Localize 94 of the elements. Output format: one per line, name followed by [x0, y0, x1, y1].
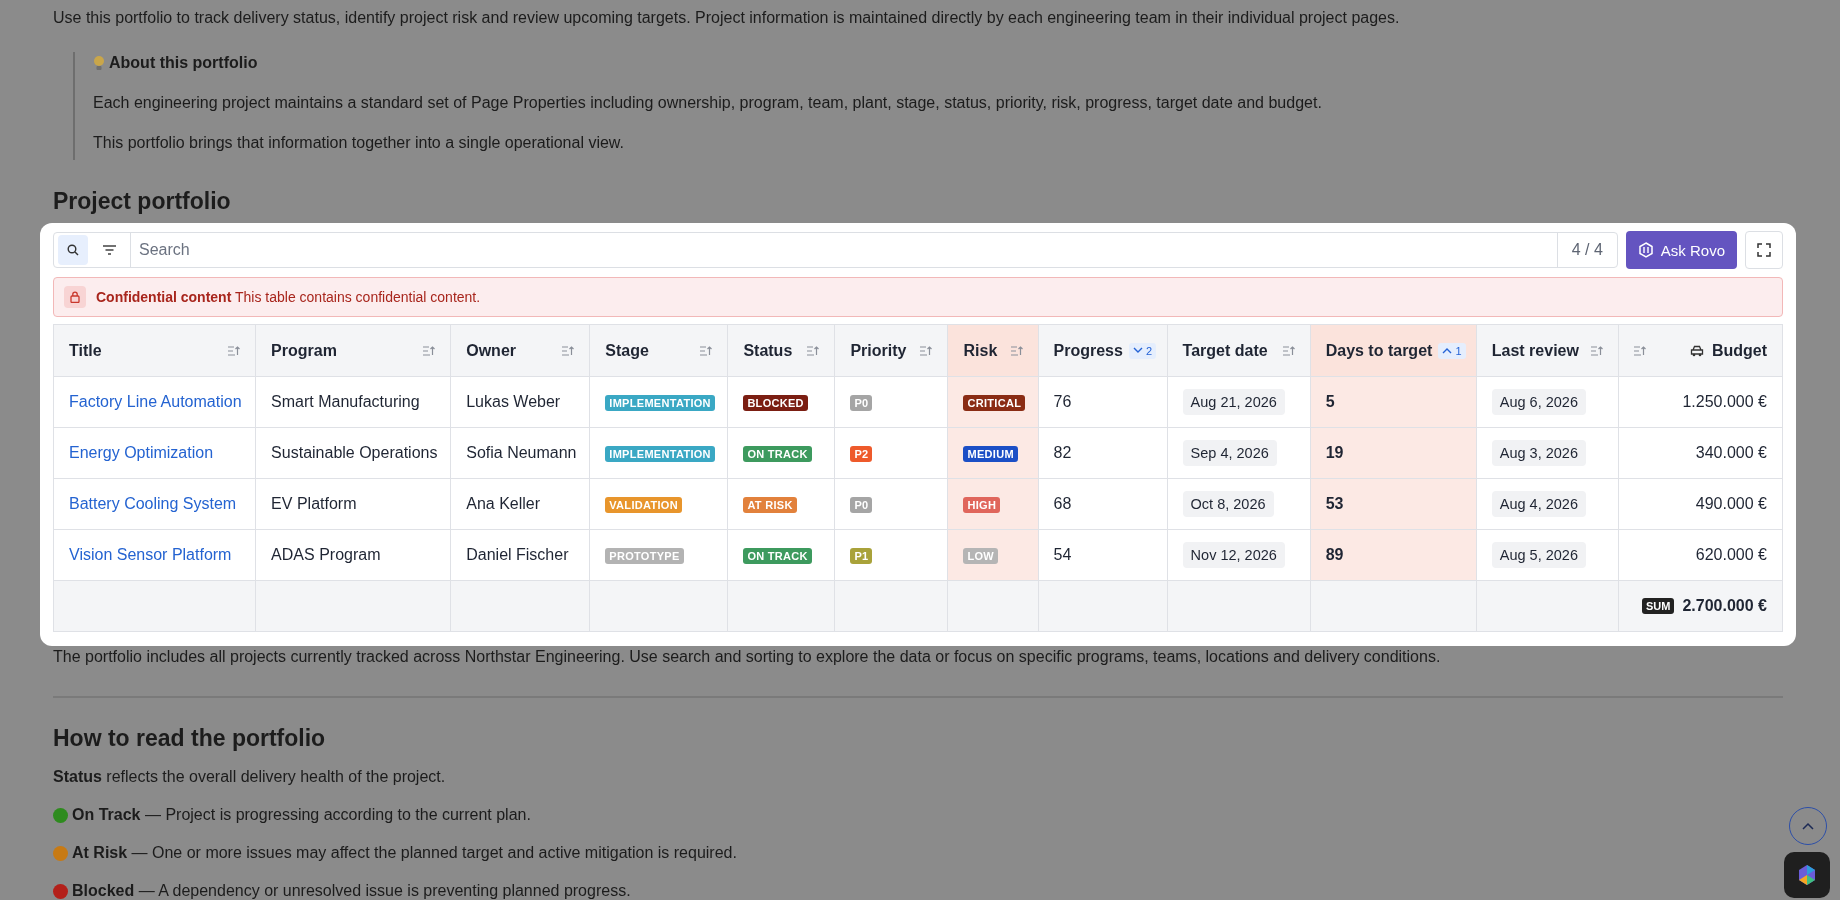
status-tag: ON TRACK — [743, 548, 812, 564]
column-header[interactable]: Budget — [1711, 341, 1767, 360]
section-heading: How to read the portfolio — [53, 725, 327, 752]
date-chip: Aug 3, 2026 — [1491, 440, 1586, 466]
table-cell: Sofia Neumann — [450, 427, 590, 479]
search-field[interactable]: Search 4 / 4 — [53, 232, 1618, 268]
risk-tag: CRITICAL — [963, 395, 1026, 411]
chevron-up-icon — [1802, 822, 1814, 830]
sort-badge[interactable]: 1 — [1438, 342, 1466, 359]
column-header[interactable]: Title — [69, 341, 102, 360]
status-tag: AT RISK — [743, 497, 797, 513]
table-cell: 68 — [1038, 478, 1168, 530]
column-header[interactable]: Progress — [1053, 341, 1123, 360]
sort-icon[interactable] — [228, 345, 241, 356]
section-heading: Project portfolio — [53, 188, 232, 215]
table-cell: 340.000 € — [1618, 427, 1783, 479]
stage-tag: PROTOTYPE — [605, 548, 684, 564]
status-tag: BLOCKED — [743, 395, 808, 411]
sort-icon[interactable] — [807, 345, 820, 356]
column-header[interactable]: Stage — [605, 341, 649, 360]
priority-tag: P1 — [850, 548, 873, 564]
column-header[interactable]: Risk — [963, 341, 998, 360]
banner-text: Confidential content This table contains confidential content. — [96, 289, 481, 305]
table-cell: Daniel Fischer — [450, 529, 590, 581]
lock-icon — [64, 286, 86, 308]
table-cell: 5 — [1310, 376, 1477, 428]
app-launcher-icon[interactable] — [1784, 852, 1830, 898]
sum-badge: SUM — [1642, 598, 1675, 614]
sort-icon[interactable] — [920, 345, 933, 356]
table-cell: ADAS Program — [255, 529, 451, 581]
priority-tag: P0 — [850, 395, 873, 411]
intro-text: Use this portfolio to track delivery status, identify project risk and review upcoming targets. Project information is maintained directly by each engineering team in their individual project pages. — [53, 8, 1401, 28]
search-icon — [67, 244, 79, 256]
filter-icon — [102, 245, 116, 255]
status-tag: ON TRACK — [743, 446, 812, 462]
search-button[interactable] — [58, 235, 88, 265]
sort-icon[interactable] — [562, 345, 575, 356]
table-cell: Ana Keller — [450, 478, 590, 530]
column-header[interactable]: Priority — [850, 341, 907, 360]
sort-icon[interactable] — [423, 345, 436, 356]
callout-text: Each engineering project maintains a standard set of Page Properties including ownership, program, team, plant, stage, status, priority, risk, progress, target date and budget. — [93, 94, 1323, 112]
body-text: Status reflects the overall delivery health of the project. — [53, 768, 447, 786]
ask-button[interactable]: Ask Rovo — [1625, 231, 1737, 269]
date-chip: Aug 6, 2026 — [1491, 389, 1586, 415]
table-cell: 490.000 € — [1618, 478, 1783, 530]
date-chip: Aug 21, 2026 — [1182, 389, 1285, 415]
legend-text: At Risk — One or more issues may affect the planned target and active mitigation is required. — [72, 844, 737, 862]
date-chip: Aug 4, 2026 — [1491, 491, 1586, 517]
sort-icon[interactable] — [1282, 345, 1295, 356]
stage-tag: IMPLEMENTATION — [605, 395, 715, 411]
column-header[interactable]: Program — [271, 341, 337, 360]
column-header[interactable]: Owner — [466, 341, 516, 360]
column-header[interactable]: Status — [743, 341, 793, 360]
table-cell: 89 — [1310, 529, 1477, 581]
body-text: The portfolio includes all projects currently tracked across Northstar Engineering. Use search and sorting to explore the data or focus on specific programs, teams, locations and delivery conditions. — [53, 648, 1442, 666]
budget-total: 2.700.000 € — [1682, 597, 1767, 615]
stage-tag: IMPLEMENTATION — [605, 446, 715, 462]
table-cell: 1.250.000 € — [1618, 376, 1783, 428]
legend-text: Blocked — A dependency or unresolved issue is preventing planned progress. — [72, 882, 631, 900]
priority-tag: P2 — [850, 446, 873, 462]
risk-tag: MEDIUM — [963, 446, 1018, 462]
table-cell: 82 — [1038, 427, 1168, 479]
date-chip: Sep 4, 2026 — [1182, 440, 1277, 466]
sort-icon[interactable] — [1010, 345, 1023, 356]
date-chip: Oct 8, 2026 — [1182, 491, 1274, 517]
table-cell: Smart Manufacturing — [255, 376, 451, 428]
column-header[interactable]: Days to target — [1325, 341, 1433, 360]
callout-text: This portfolio brings that information together into a single operational view. — [93, 134, 625, 152]
table-cell: 76 — [1038, 376, 1168, 428]
table-cell: Lukas Weber — [450, 376, 590, 428]
risk-tag: HIGH — [963, 497, 1001, 513]
table-cell: Sustainable Operations — [255, 427, 451, 479]
result-count: 4 / 4 — [1556, 233, 1617, 267]
car-icon — [1689, 344, 1704, 357]
sort-icon[interactable] — [700, 345, 713, 356]
sort-icon[interactable] — [1633, 345, 1646, 356]
risk-tag: LOW — [963, 548, 999, 564]
fullscreen-button[interactable] — [1745, 231, 1783, 269]
priority-tag: P0 — [850, 497, 873, 513]
fullscreen-icon — [1757, 243, 1771, 257]
stage-tag: VALIDATION — [605, 497, 682, 513]
date-chip: Aug 5, 2026 — [1491, 542, 1586, 568]
table-cell: 19 — [1310, 427, 1477, 479]
sort-icon[interactable] — [1590, 345, 1603, 356]
lightbulb-icon — [93, 55, 105, 71]
callout-title: About this portfolio — [109, 54, 258, 72]
legend-text: On Track — Project is progressing according to the current plan. — [72, 806, 531, 824]
hexagon-icon — [1637, 242, 1654, 258]
date-chip: Nov 12, 2026 — [1182, 542, 1285, 568]
table-cell: 54 — [1038, 529, 1168, 581]
sort-badge[interactable]: 2 — [1128, 342, 1157, 359]
table-cell: 53 — [1310, 478, 1477, 530]
table-cell: EV Platform — [255, 478, 451, 530]
table-cell: 620.000 € — [1618, 529, 1783, 581]
